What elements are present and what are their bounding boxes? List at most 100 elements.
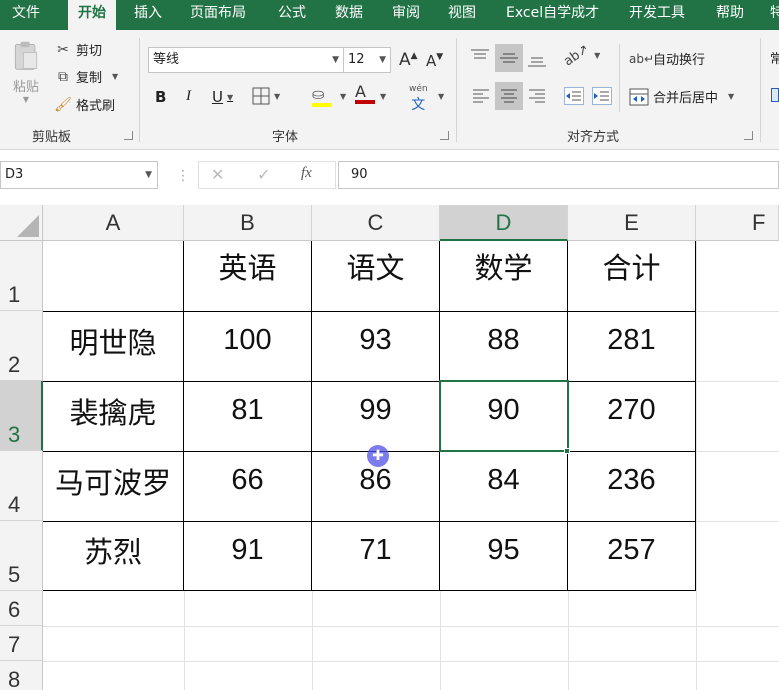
- row-header-7[interactable]: 7: [0, 626, 43, 661]
- tab-data[interactable]: 数据: [335, 0, 363, 30]
- tab-review[interactable]: 审阅: [392, 0, 420, 30]
- alignment-launcher-icon[interactable]: [744, 131, 753, 140]
- column-header-d[interactable]: D: [440, 205, 568, 241]
- orientation-button[interactable]: ab↗ ▼: [561, 42, 600, 70]
- tab-overflow[interactable]: 特: [770, 0, 779, 30]
- cell-d5[interactable]: 95: [440, 522, 567, 590]
- cell-e1[interactable]: 合计: [568, 241, 695, 311]
- cell-c1[interactable]: 语文: [312, 241, 439, 311]
- merge-center-button[interactable]: 合并后居中 ▼: [629, 87, 734, 106]
- gridline: [696, 241, 697, 690]
- grip-icon[interactable]: ⋮: [176, 168, 190, 184]
- number-format-icon[interactable]: [771, 88, 779, 102]
- chevron-down-icon[interactable]: ▼: [728, 92, 734, 101]
- chevron-down-icon[interactable]: ▼: [274, 92, 280, 101]
- align-top-icon[interactable]: [470, 48, 490, 66]
- cell-d4[interactable]: 84: [440, 452, 567, 521]
- cell-d1[interactable]: 数学: [440, 241, 567, 311]
- font-size-select[interactable]: 12 ▼: [343, 47, 391, 73]
- underline-button[interactable]: U ▼: [212, 88, 233, 106]
- cell-e5[interactable]: 257: [568, 522, 695, 590]
- row-header-5[interactable]: 5: [0, 521, 43, 591]
- phonetic-dropdown[interactable]: ▼: [434, 92, 444, 101]
- paste-button[interactable]: 粘贴 ▼: [6, 40, 46, 104]
- cell-b4[interactable]: 66: [184, 452, 311, 521]
- cell-a2[interactable]: 明世隐: [43, 312, 183, 381]
- cell-e2[interactable]: 281: [568, 312, 695, 381]
- tab-home[interactable]: 开始: [68, 0, 116, 32]
- bold-button[interactable]: B: [155, 88, 166, 106]
- enter-icon[interactable]: ✓: [257, 165, 270, 184]
- column-header-e[interactable]: E: [568, 205, 696, 241]
- cell-a4[interactable]: 马可波罗: [43, 452, 183, 521]
- tab-insert[interactable]: 插入: [134, 0, 162, 30]
- font-launcher-icon[interactable]: [440, 131, 449, 140]
- cell-b3[interactable]: 81: [184, 382, 311, 451]
- row-header-1[interactable]: 1: [0, 241, 43, 311]
- chevron-down-icon[interactable]: ▼: [227, 93, 233, 102]
- tab-help[interactable]: 帮助: [716, 0, 744, 30]
- cell-c2[interactable]: 93: [312, 312, 439, 381]
- cell-b5[interactable]: 91: [184, 522, 311, 590]
- formula-input[interactable]: 90: [338, 161, 779, 189]
- formula-controls: ✕ ✓ fx: [198, 161, 336, 189]
- tab-developer[interactable]: 开发工具: [629, 0, 685, 30]
- fill-color-button[interactable]: ⛀: [312, 85, 332, 107]
- copy-button[interactable]: ⧉ 复制 ▼: [54, 67, 118, 87]
- fill-handle[interactable]: [564, 448, 570, 454]
- align-bottom-icon[interactable]: [527, 50, 547, 68]
- align-left-icon[interactable]: [472, 88, 490, 104]
- cell-c3[interactable]: 99: [312, 382, 439, 451]
- clipboard-launcher-icon[interactable]: [124, 131, 133, 140]
- fill-color-dropdown[interactable]: ▼: [336, 92, 346, 101]
- column-header-a[interactable]: A: [43, 205, 184, 241]
- tab-page-layout[interactable]: 页面布局: [190, 0, 246, 30]
- tab-view[interactable]: 视图: [448, 0, 476, 30]
- row-header-6[interactable]: 6: [0, 591, 43, 626]
- increase-indent-icon[interactable]: [592, 87, 612, 105]
- align-middle-button[interactable]: [495, 44, 523, 72]
- shrink-font-button[interactable]: A ▼: [426, 52, 443, 70]
- phonetic-button[interactable]: wén 文: [409, 84, 428, 114]
- align-right-icon[interactable]: [528, 88, 546, 104]
- column-header-b[interactable]: B: [184, 205, 312, 241]
- name-box[interactable]: D3 ▼: [0, 161, 158, 189]
- cut-button[interactable]: ✂ 剪切: [54, 40, 102, 60]
- active-cell-border: [439, 380, 569, 452]
- italic-button[interactable]: I: [186, 88, 191, 105]
- align-center-button[interactable]: [495, 82, 523, 110]
- chevron-down-icon[interactable]: ▼: [112, 72, 118, 81]
- column-header-f[interactable]: F: [696, 205, 779, 241]
- tab-file[interactable]: 文件: [12, 0, 40, 30]
- decrease-indent-icon[interactable]: [564, 87, 584, 105]
- row-header-3[interactable]: 3: [0, 381, 43, 451]
- cell-c5[interactable]: 71: [312, 522, 439, 590]
- insert-function-icon[interactable]: fx: [301, 165, 312, 182]
- grow-font-button[interactable]: A ▲: [399, 50, 418, 70]
- cell-e3[interactable]: 270: [568, 382, 695, 451]
- tab-excel-self-study[interactable]: Excel自学成才: [506, 0, 599, 30]
- borders-button[interactable]: ▼: [252, 87, 280, 105]
- formula-bar: D3 ▼ ⋮ ✕ ✓ fx 90: [0, 157, 779, 195]
- cancel-icon[interactable]: ✕: [211, 165, 224, 184]
- format-painter-button[interactable]: 🖌 格式刷: [54, 95, 115, 115]
- wrap-text-button[interactable]: ab↵ 自动换行: [629, 49, 705, 69]
- select-all-button[interactable]: [0, 205, 43, 241]
- tab-formulas[interactable]: 公式: [278, 0, 306, 30]
- cell-b1[interactable]: 英语: [184, 241, 311, 311]
- row-header-2[interactable]: 2: [0, 311, 43, 381]
- row-header-4[interactable]: 4: [0, 451, 43, 521]
- worksheet-grid[interactable]: A B C D E F 1 2 3 4 5 6 7 8 英语 语文 数学 合计 …: [0, 205, 779, 690]
- font-color-button[interactable]: A: [355, 84, 375, 104]
- cell-a1[interactable]: [43, 241, 183, 311]
- cell-b2[interactable]: 100: [184, 312, 311, 381]
- number-format-select[interactable]: 常: [770, 48, 779, 67]
- font-color-dropdown[interactable]: ▼: [376, 92, 386, 101]
- row-header-8[interactable]: 8: [0, 661, 43, 690]
- cell-d2[interactable]: 88: [440, 312, 567, 381]
- font-name-select[interactable]: 等线 ▼: [148, 47, 344, 73]
- column-header-c[interactable]: C: [312, 205, 440, 241]
- cell-e4[interactable]: 236: [568, 452, 695, 521]
- cell-a3[interactable]: 裴擒虎: [43, 382, 183, 451]
- cell-a5[interactable]: 苏烈: [43, 522, 183, 590]
